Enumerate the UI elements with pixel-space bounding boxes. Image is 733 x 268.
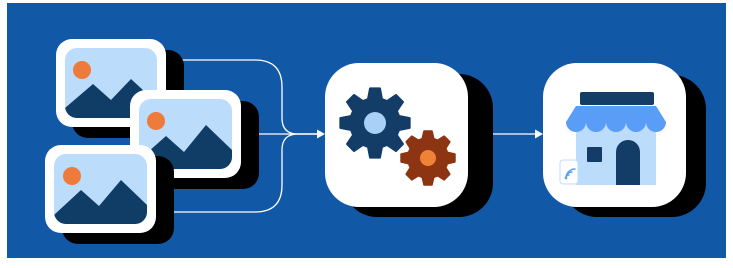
gear-large-icon bbox=[339, 87, 411, 159]
diagram-canvas bbox=[7, 3, 726, 258]
contactless-icon bbox=[559, 159, 579, 185]
processing-card bbox=[325, 63, 493, 217]
store-door bbox=[616, 140, 640, 185]
image-card-3 bbox=[45, 145, 174, 244]
gear-hub bbox=[420, 150, 436, 166]
store-awning bbox=[566, 106, 666, 132]
store-card bbox=[543, 63, 706, 217]
image-icon bbox=[54, 154, 147, 224]
store-sign bbox=[580, 92, 654, 105]
diagram-stage bbox=[0, 0, 733, 268]
gear-hub bbox=[364, 112, 386, 134]
gear-small-icon bbox=[400, 130, 456, 186]
store-window bbox=[587, 147, 602, 162]
